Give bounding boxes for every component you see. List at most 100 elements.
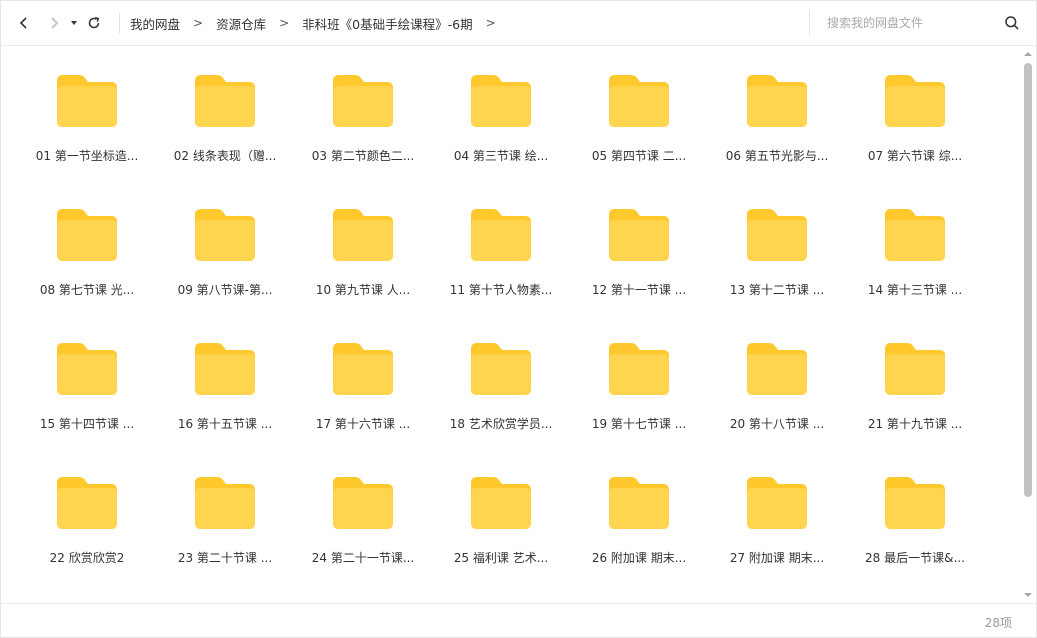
toolbar-divider [119, 13, 120, 33]
file-browser-window: 我的网盘 > 资源仓库 > 非科班《0基础手绘课程》-6期 > 01 第一节坐标… [0, 0, 1037, 638]
folder-item[interactable]: 28 最后一节课&... [851, 448, 979, 568]
folder-icon [609, 343, 669, 395]
item-count: 28项 [984, 616, 1012, 630]
folder-item[interactable]: 24 第二十一节课... [299, 448, 427, 568]
folder-name: 06 第五节光影与... [725, 149, 829, 163]
folder-icon [747, 343, 807, 395]
folder-name: 20 第十八节课 ... [729, 417, 825, 431]
folder-name: 15 第十四节课 ... [39, 417, 135, 431]
folder-name: 07 第六节课 综... [867, 149, 963, 163]
folder-icon [609, 209, 669, 261]
folder-item[interactable]: 25 福利课 艺术... [437, 448, 565, 568]
folder-icon [747, 209, 807, 261]
folder-item[interactable]: 02 线条表现（赠... [161, 46, 289, 166]
breadcrumb-separator: > [193, 16, 204, 30]
folder-item[interactable]: 08 第七节课 光... [23, 180, 151, 300]
history-dropdown-button[interactable] [67, 10, 81, 36]
folder-name: 12 第十一节课 ... [591, 283, 687, 297]
search-box [809, 10, 1020, 36]
folder-name: 27 附加课 期末... [729, 551, 825, 565]
folder-item[interactable]: 01 第一节坐标造... [23, 46, 151, 166]
folder-name: 17 第十六节课 ... [315, 417, 411, 431]
search-input[interactable] [810, 15, 999, 31]
folder-item[interactable]: 05 第四节课 二... [575, 46, 703, 166]
folder-icon [885, 343, 945, 395]
folder-icon [609, 75, 669, 127]
folder-item[interactable]: 21 第十九节课 ... [851, 314, 979, 434]
forward-button[interactable] [41, 10, 67, 36]
folder-icon [57, 343, 117, 395]
folder-name: 01 第一节坐标造... [35, 149, 139, 163]
folder-item[interactable]: 11 第十节人物素... [437, 180, 565, 300]
breadcrumb-item-resource-repo[interactable]: 资源仓库 [216, 14, 266, 33]
folder-name: 09 第八节课-第... [177, 283, 273, 297]
folder-name: 22 欣赏欣赏2 [49, 551, 125, 565]
folder-name: 21 第十九节课 ... [867, 417, 963, 431]
folder-item[interactable]: 10 第九节课 人... [299, 180, 427, 300]
folder-name: 05 第四节课 二... [591, 149, 687, 163]
breadcrumb-item-my-disk[interactable]: 我的网盘 [130, 14, 180, 33]
folder-icon [471, 477, 531, 529]
search-icon[interactable] [1004, 15, 1020, 31]
folder-name: 23 第二十节课 ... [177, 551, 273, 565]
folder-grid: 01 第一节坐标造... 02 线条表现（赠... 03 第二节颜色二... 04 第… [1, 46, 1017, 603]
folder-icon [885, 75, 945, 127]
folder-item[interactable]: 09 第八节课-第... [161, 180, 289, 300]
folder-item[interactable]: 22 欣赏欣赏2 [23, 448, 151, 568]
scroll-up-arrow-icon[interactable] [1024, 50, 1032, 58]
folder-icon [471, 75, 531, 127]
chevron-right-icon [51, 17, 59, 29]
folder-icon [885, 209, 945, 261]
folder-icon [747, 477, 807, 529]
folder-item[interactable]: 18 艺术欣赏学员... [437, 314, 565, 434]
folder-item[interactable]: 12 第十一节课 ... [575, 180, 703, 300]
scroll-thumb[interactable] [1024, 63, 1032, 497]
folder-item[interactable]: 20 第十八节课 ... [713, 314, 841, 434]
folder-name: 24 第二十一节课... [311, 551, 415, 565]
folder-item[interactable]: 17 第十六节课 ... [299, 314, 427, 434]
chevron-left-icon [19, 17, 27, 29]
folder-item[interactable]: 07 第六节课 综... [851, 46, 979, 166]
refresh-button[interactable] [81, 10, 107, 36]
folder-icon [471, 209, 531, 261]
folder-name: 11 第十节人物素... [449, 283, 553, 297]
folder-icon [609, 477, 669, 529]
folder-item[interactable]: 23 第二十节课 ... [161, 448, 289, 568]
folder-item[interactable]: 15 第十四节课 ... [23, 314, 151, 434]
folder-item[interactable]: 03 第二节颜色二... [299, 46, 427, 166]
folder-icon [333, 75, 393, 127]
breadcrumb-separator[interactable]: > [486, 16, 496, 30]
caret-down-icon [71, 21, 77, 25]
folder-name: 28 最后一节课&... [865, 551, 965, 565]
folder-item[interactable]: 16 第十五节课 ... [161, 314, 289, 434]
back-button[interactable] [11, 10, 37, 36]
folder-item[interactable]: 26 附加课 期末... [575, 448, 703, 568]
breadcrumb-item-current-folder[interactable]: 非科班《0基础手绘课程》-6期 [302, 14, 472, 33]
folder-name: 08 第七节课 光... [39, 283, 135, 297]
folder-icon [195, 209, 255, 261]
folder-item[interactable]: 27 附加课 期末... [713, 448, 841, 568]
vertical-scrollbar[interactable] [1021, 46, 1035, 603]
breadcrumb-separator: > [279, 16, 290, 30]
folder-name: 02 线条表现（赠... [173, 149, 277, 163]
folder-icon [57, 209, 117, 261]
folder-icon [885, 477, 945, 529]
folder-item[interactable]: 06 第五节光影与... [713, 46, 841, 166]
refresh-icon [88, 16, 100, 29]
folder-item[interactable]: 19 第十七节课 ... [575, 314, 703, 434]
scroll-down-arrow-icon[interactable] [1024, 591, 1032, 599]
folder-name: 19 第十七节课 ... [591, 417, 687, 431]
status-bar: 28项 [1, 603, 1036, 638]
folder-icon [747, 75, 807, 127]
folder-item[interactable]: 14 第十三节课 ... [851, 180, 979, 300]
folder-item[interactable]: 13 第十二节课 ... [713, 180, 841, 300]
folder-item[interactable]: 04 第三节课 绘... [437, 46, 565, 166]
folder-name: 16 第十五节课 ... [177, 417, 273, 431]
folder-icon [57, 75, 117, 127]
folder-icon [57, 477, 117, 529]
folder-icon [333, 209, 393, 261]
folder-name: 25 福利课 艺术... [453, 551, 549, 565]
folder-name: 14 第十三节课 ... [867, 283, 963, 297]
folder-icon [195, 75, 255, 127]
folder-name: 26 附加课 期末... [591, 551, 687, 565]
